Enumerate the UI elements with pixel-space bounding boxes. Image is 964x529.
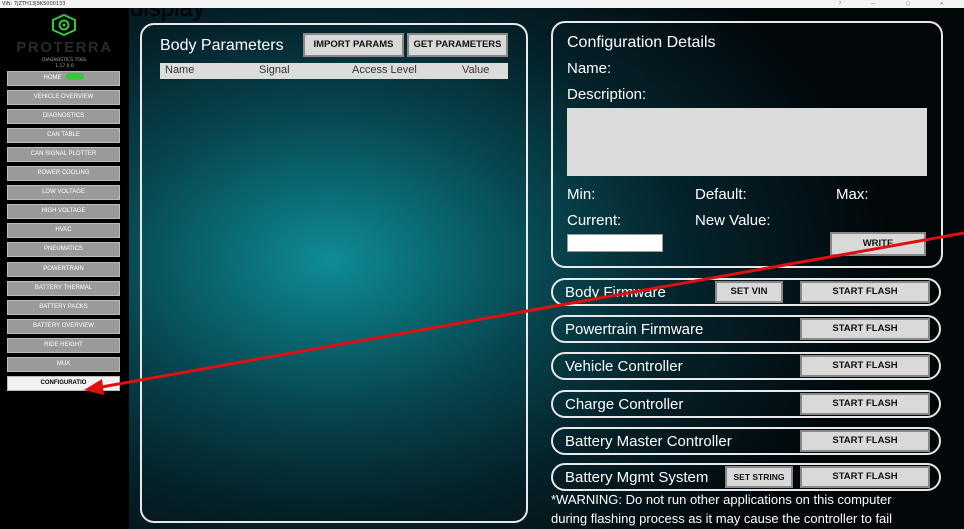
annotation-arrow-head: [84, 379, 104, 395]
annotation-arrow-line: [95, 231, 964, 390]
annotation-arrow: [84, 231, 964, 395]
